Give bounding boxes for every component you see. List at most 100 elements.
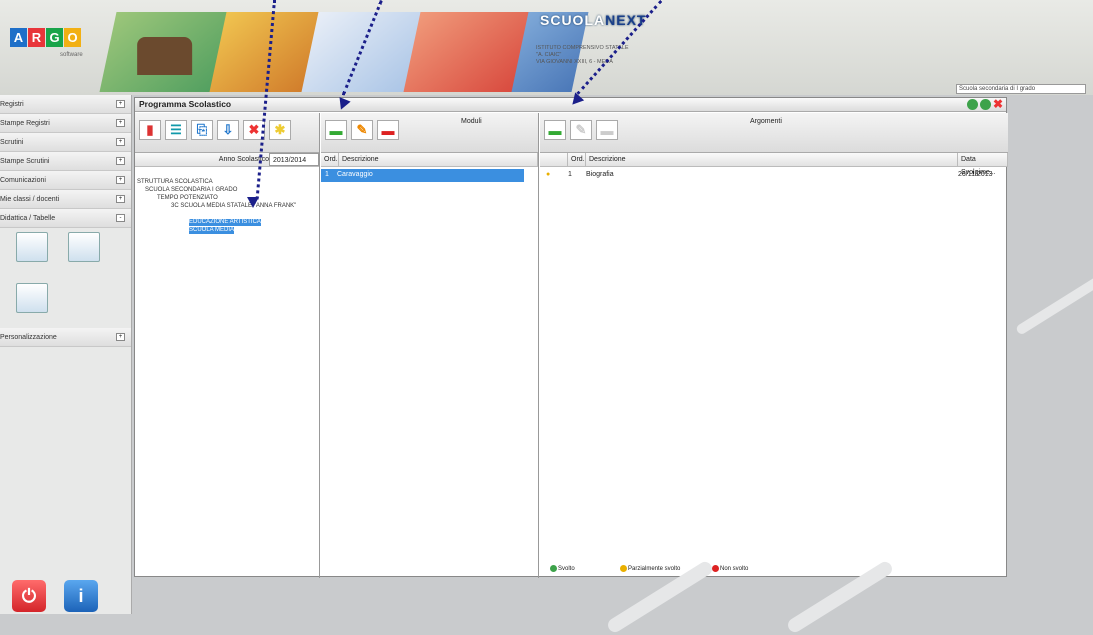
status-green-icon bbox=[550, 565, 557, 572]
import-icon[interactable]: ▮ bbox=[139, 120, 161, 140]
moduli-panel: ▬ ✎ ▬ Moduli Ord. Descrizione 1 Caravagg… bbox=[321, 113, 539, 578]
col-ord: Ord. bbox=[321, 153, 339, 166]
row-ord: 1 bbox=[325, 171, 329, 178]
logo-letter: G bbox=[46, 28, 63, 47]
sidebar: Registri + Stampe Registri + Scrutini + Sta… bbox=[0, 95, 132, 614]
table-row[interactable]: 1 Caravaggio bbox=[321, 169, 524, 182]
close-icon[interactable]: ✖ bbox=[993, 98, 1004, 110]
logout-icon[interactable]: ⏻ bbox=[12, 580, 46, 612]
sidebar-item-label: Stampe Scrutini bbox=[0, 157, 50, 165]
export-icon[interactable]: ⇩ bbox=[217, 120, 239, 140]
tree-toolbar: ▮ ☰ ⎘ ⇩ ✖ ✱ bbox=[135, 113, 319, 153]
curriculum-icon[interactable] bbox=[16, 283, 48, 313]
legend-label: Svolto bbox=[558, 565, 575, 572]
status-red-icon bbox=[712, 565, 719, 572]
sidebar-item-label: Scrutini bbox=[0, 138, 24, 146]
logo-letter: R bbox=[28, 28, 45, 47]
argomenti-title: Argomenti bbox=[750, 118, 782, 125]
tree-node[interactable]: SCUOLA SECONDARIA I GRADO bbox=[145, 187, 237, 194]
list-icon[interactable]: ☰ bbox=[165, 120, 187, 140]
expand-icon[interactable]: + bbox=[116, 119, 125, 127]
col-ord: Ord. bbox=[568, 153, 586, 166]
tree-node-selected[interactable]: EDUCAZIONE ARTISTICA bbox=[189, 219, 261, 226]
legend-label: Non svolto bbox=[720, 565, 749, 572]
add-modulo-icon[interactable]: ▬ bbox=[325, 120, 347, 140]
info-icon[interactable]: i bbox=[64, 580, 98, 612]
status-icon: ● bbox=[546, 171, 551, 178]
remove-modulo-icon[interactable]: ▬ bbox=[377, 120, 399, 140]
programma-scolastico-icon[interactable] bbox=[16, 232, 48, 262]
collapse-icon[interactable]: - bbox=[116, 214, 125, 222]
school-line: VIA GIOVANNI XXIII, 6 - MEDA bbox=[536, 59, 613, 65]
school-info: ISTITUTO COMPRENSIVO STATALE "A. CIAIC" … bbox=[536, 45, 629, 66]
expand-icon[interactable]: + bbox=[116, 195, 125, 203]
table-row[interactable]: ● 1 Biografia 26/11/2013 bbox=[540, 169, 1008, 182]
sidebar-item-label: Mie classi / docenti bbox=[0, 195, 60, 203]
app-banner: A R G O software SCUOLANEXT ISTITUTO COM… bbox=[0, 0, 1093, 95]
tree-node[interactable]: 3C SCUOLA MEDIA STATALE "ANNA FRANK" bbox=[171, 203, 316, 210]
status-yellow-icon bbox=[620, 565, 627, 572]
tree-node[interactable]: TEMPO POTENZIATO bbox=[157, 195, 218, 202]
sidebar-item-mie-classi[interactable]: Mie classi / docenti + bbox=[0, 190, 131, 209]
logo-letter: O bbox=[64, 28, 81, 47]
copy-icon[interactable]: ⎘ bbox=[191, 120, 213, 140]
row-desc: Biografia bbox=[586, 171, 614, 178]
arrowhead-icon bbox=[247, 197, 259, 208]
sidebar-item-label: Stampe Registri bbox=[0, 119, 50, 127]
col-descrizione: Descrizione bbox=[586, 153, 958, 166]
edit-argomento-icon[interactable]: ✎ bbox=[570, 120, 592, 140]
sidebar-item-didattica[interactable]: Didattica / Tabelle - bbox=[0, 209, 131, 228]
row-date: 26/11/2013 bbox=[958, 171, 993, 178]
expand-icon[interactable]: + bbox=[116, 100, 125, 108]
tree-node[interactable]: STRUTTURA SCOLASTICA bbox=[137, 179, 213, 186]
sidebar-item-registri[interactable]: Registri + bbox=[0, 95, 131, 114]
sidebar-item-stampe-scrutini[interactable]: Stampe Scrutini + bbox=[0, 152, 131, 171]
help-icon[interactable] bbox=[967, 99, 978, 110]
expand-icon[interactable]: + bbox=[116, 333, 125, 341]
sidebar-item-scrutini[interactable]: Scrutini + bbox=[0, 133, 131, 152]
expand-icon[interactable]: + bbox=[116, 138, 125, 146]
tree-node-selected[interactable]: SCUOLA MEDIA bbox=[189, 227, 235, 234]
expand-icon[interactable]: + bbox=[116, 176, 125, 184]
bg-decoration bbox=[1014, 274, 1093, 336]
sidebar-item-label: Registri bbox=[0, 100, 24, 108]
col-data: Data Svolgime... bbox=[958, 153, 1008, 176]
sidebar-item-label: Personalizzazione bbox=[0, 333, 57, 341]
legend-label: Parzialmente svolto bbox=[628, 565, 681, 572]
remove-argomento-icon[interactable]: ▬ bbox=[596, 120, 618, 140]
row-desc: Caravaggio bbox=[337, 171, 373, 178]
tabelle-icon[interactable] bbox=[68, 232, 100, 262]
year-row: Anno Scolastico 2013/2014 bbox=[135, 153, 319, 167]
programma-window: Programma Scolastico ✖ ▮ ☰ ⎘ ⇩ ✖ ✱ Anno … bbox=[134, 97, 1008, 578]
expand-icon[interactable]: + bbox=[116, 157, 125, 165]
app-name: SCUOLANEXT bbox=[540, 12, 647, 28]
legend-parziale: Parzialmente svolto bbox=[620, 565, 680, 572]
argomenti-panel: ▬ ✎ ▬ Argomenti Ord. Descrizione Data Sv… bbox=[540, 113, 1008, 578]
col-status bbox=[540, 153, 568, 166]
tree-panel: ▮ ☰ ⎘ ⇩ ✖ ✱ Anno Scolastico 2013/2014 ST… bbox=[135, 113, 320, 578]
school-selector[interactable]: Scuola secondaria di I grado bbox=[956, 84, 1086, 94]
sidebar-item-comunicazioni[interactable]: Comunicazioni + bbox=[0, 171, 131, 190]
argomenti-header: Ord. Descrizione Data Svolgime... bbox=[540, 153, 1008, 176]
logo-subtitle: software bbox=[60, 52, 83, 58]
argo-logo: A R G O bbox=[10, 28, 82, 47]
edit-modulo-icon[interactable]: ✎ bbox=[351, 120, 373, 140]
refresh-icon[interactable] bbox=[980, 99, 991, 110]
sidebar-item-label: Didattica / Tabelle bbox=[0, 214, 56, 222]
legend-svolto: Svolto bbox=[550, 565, 575, 572]
sidebar-item-label: Comunicazioni bbox=[0, 176, 46, 184]
moduli-header: Ord. Descrizione bbox=[321, 153, 538, 167]
col-descrizione: Descrizione bbox=[339, 153, 538, 166]
logo-letter: A bbox=[10, 28, 27, 47]
idea-icon[interactable]: ✱ bbox=[269, 120, 291, 140]
add-argomento-icon[interactable]: ▬ bbox=[544, 120, 566, 140]
year-select[interactable]: 2013/2014 bbox=[269, 153, 319, 166]
legend-non-svolto: Non svolto bbox=[712, 565, 748, 572]
window-title: Programma Scolastico bbox=[139, 99, 232, 109]
sidebar-item-stampe-registri[interactable]: Stampe Registri + bbox=[0, 114, 131, 133]
argomenti-toolbar: ▬ ✎ ▬ Argomenti bbox=[540, 113, 1008, 153]
row-ord: 1 bbox=[568, 171, 572, 178]
moduli-toolbar: ▬ ✎ ▬ Moduli bbox=[321, 113, 538, 153]
sidebar-item-personalizzazione[interactable]: Personalizzazione + bbox=[0, 328, 131, 347]
moduli-title: Moduli bbox=[461, 118, 482, 125]
